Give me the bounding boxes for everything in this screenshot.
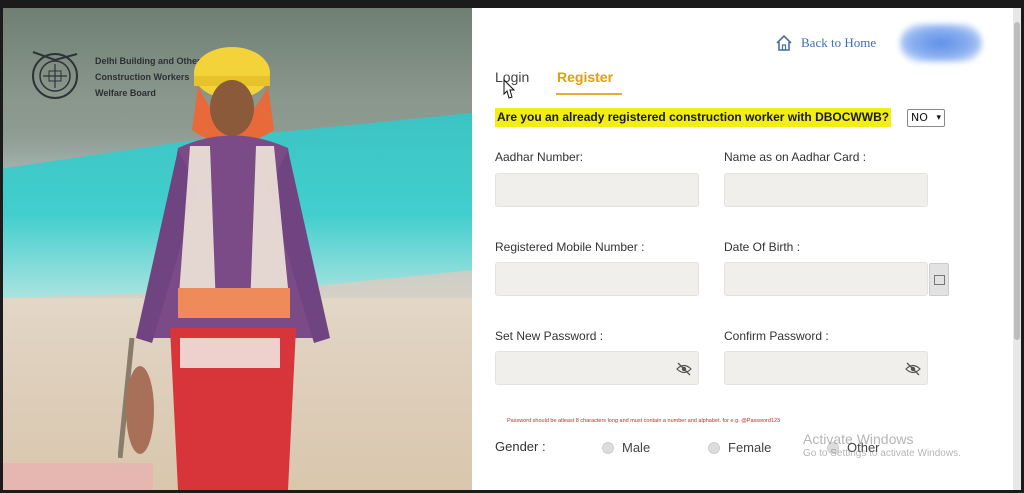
dob-field[interactable] [724, 262, 928, 296]
scrollbar[interactable] [1013, 8, 1021, 490]
gender-option-label: Female [728, 440, 772, 455]
watermark-subtitle: Go to Settings to activate Windows. [803, 448, 961, 459]
registered-worker-question: Are you an already registered constructi… [495, 108, 892, 127]
hero-photo: Delhi Building and Other Construction Wo… [3, 8, 472, 490]
gender-radio-female[interactable]: Female [708, 440, 771, 455]
eye-slash-icon[interactable] [676, 362, 692, 376]
radio-dot[interactable] [602, 441, 614, 454]
aadhar-number-field[interactable] [495, 173, 699, 207]
dob-label: Date Of Birth : [724, 240, 801, 254]
new-password-field[interactable] [495, 351, 699, 385]
calendar-button[interactable] [929, 263, 949, 296]
mobile-label: Registered Mobile Number : [495, 240, 645, 254]
back-to-home-label: Back to Home [801, 35, 877, 50]
mouse-cursor-icon [503, 78, 516, 99]
gender-radio-male[interactable]: Male [602, 440, 650, 455]
worker-figure [118, 47, 330, 490]
gender-label: Gender : [495, 439, 546, 454]
confirm-password-field[interactable] [724, 351, 928, 385]
name-field[interactable] [724, 173, 928, 207]
aadhar-number-label: Aadhar Number: [495, 150, 584, 164]
eye-slash-icon[interactable] [905, 362, 921, 376]
mobile-field[interactable] [495, 262, 699, 296]
gender-option-label: Male [622, 440, 651, 455]
tab-register-underline [556, 93, 622, 95]
confirm-password-label: Confirm Password : [724, 329, 829, 343]
chevron-down-icon: ▾ [936, 113, 941, 123]
board-logo-icon [32, 51, 78, 99]
name-label: Name as on Aadhar Card : [724, 150, 867, 164]
password-hint: Password should be atleast 8 characters … [507, 418, 781, 424]
radio-dot[interactable] [708, 441, 720, 454]
back-to-home-link[interactable]: Back to Home [775, 34, 876, 52]
registered-worker-select-value: NO [911, 111, 928, 124]
scrollbar-thumb[interactable] [1014, 22, 1020, 340]
activate-windows-watermark: Activate Windows Go to Settings to activ… [803, 431, 961, 459]
profile-blob [900, 24, 982, 62]
registered-worker-select[interactable]: NO ▾ [907, 109, 945, 127]
tab-register[interactable]: Register [557, 69, 613, 85]
calendar-icon [934, 275, 945, 285]
screen: Delhi Building and Other Construction Wo… [0, 0, 1024, 493]
watermark-title: Activate Windows [803, 431, 914, 447]
new-password-label: Set New Password : [495, 329, 604, 343]
home-icon [776, 34, 792, 51]
